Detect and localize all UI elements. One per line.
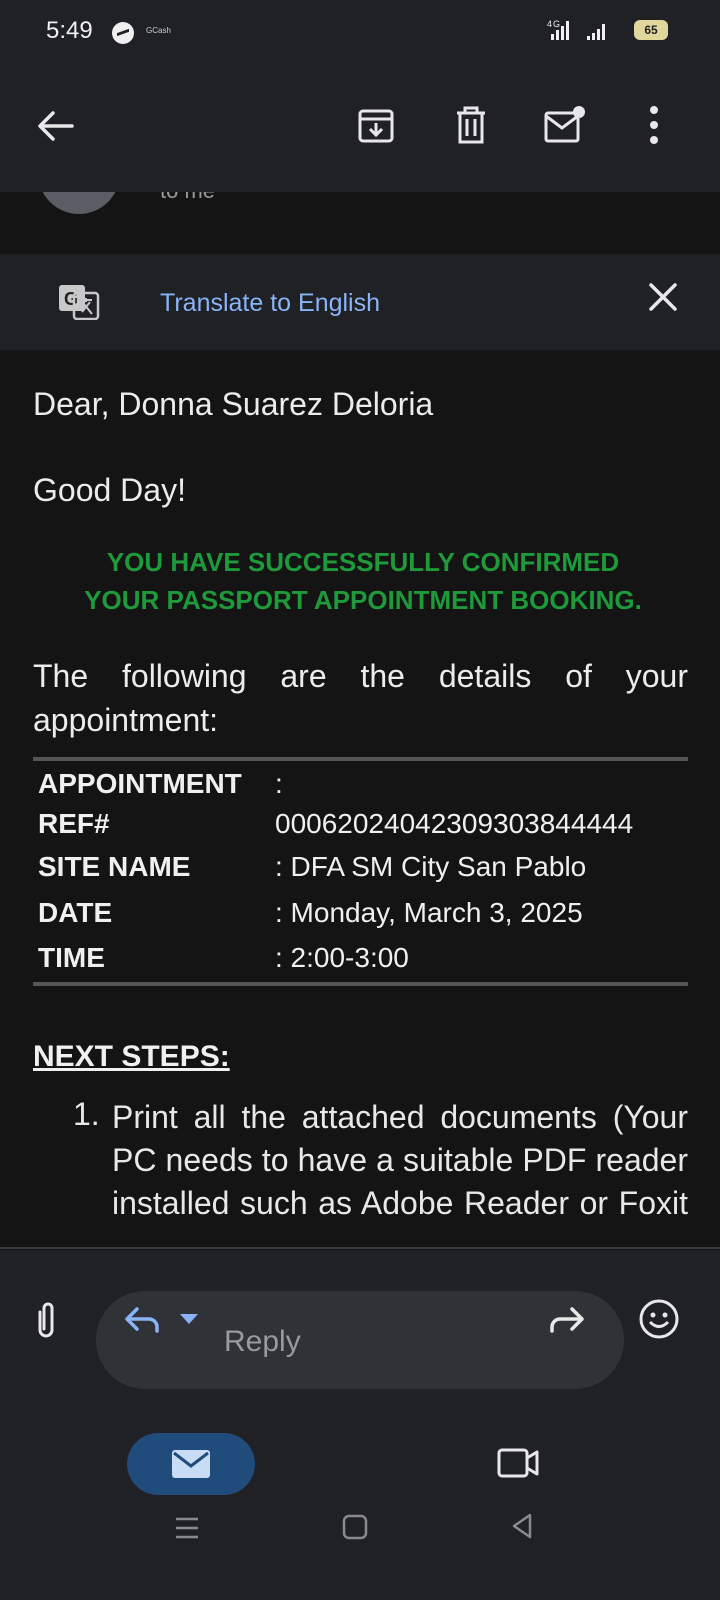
emoji-icon[interactable] <box>638 1298 680 1340</box>
archive-icon[interactable] <box>357 107 395 145</box>
status-time: 5:49 <box>46 17 93 44</box>
mail-icon <box>172 1450 210 1478</box>
mail-tab[interactable] <box>127 1433 255 1495</box>
confirmation-line-2: YOUR PASSPORT APPOINTMENT BOOKING. <box>84 585 642 615</box>
mark-unread-icon[interactable] <box>543 104 587 144</box>
meet-video-icon[interactable] <box>496 1447 540 1479</box>
ref-label: REF# <box>38 808 110 839</box>
details-bottom-divider <box>33 982 688 986</box>
translate-link[interactable]: Translate to English <box>160 289 380 318</box>
battery-icon: 65 <box>634 20 668 40</box>
appointment-colon: : <box>275 768 283 799</box>
close-icon[interactable] <box>648 282 678 312</box>
site-name-value: : DFA SM City San Pablo <box>275 851 587 882</box>
ref-value: 00062024042309303844444 <box>275 808 634 839</box>
reply-label[interactable]: Reply <box>224 1325 301 1359</box>
confirmation-line-1: YOU HAVE SUCCESSFULLY CONFIRMED <box>106 547 620 577</box>
bottom-navigation <box>0 1398 720 1600</box>
recipient-line[interactable]: to me <box>160 192 215 204</box>
step-number: 1. <box>73 1096 100 1132</box>
next-steps-heading: NEXT STEPS: <box>33 1040 230 1073</box>
gcash-notification-icon: GCash <box>146 26 171 35</box>
site-name-label: SITE NAME <box>38 851 191 882</box>
date-value: : Monday, March 3, 2025 <box>275 897 583 928</box>
recent-apps-icon[interactable] <box>172 1513 202 1543</box>
sender-header: to me <box>0 192 720 254</box>
reply-box[interactable] <box>96 1291 624 1389</box>
email-good-day: Good Day! <box>33 472 186 508</box>
time-label: TIME <box>38 942 105 973</box>
email-intro: The following are the details of your ap… <box>33 658 688 738</box>
details-top-divider <box>33 757 688 761</box>
time-value: : 2:00-3:00 <box>275 942 409 973</box>
home-icon[interactable] <box>341 1513 369 1541</box>
messenger-notification-icon <box>112 22 134 44</box>
network-type: 4G <box>547 19 561 29</box>
delete-icon[interactable] <box>453 105 489 145</box>
back-arrow-icon[interactable] <box>36 108 74 144</box>
more-vert-icon[interactable] <box>646 104 662 146</box>
date-label: DATE <box>38 897 113 928</box>
avatar[interactable] <box>38 192 120 214</box>
email-greeting: Dear, Donna Suarez Deloria <box>33 386 434 422</box>
forward-icon[interactable] <box>546 1305 586 1335</box>
translate-icon: G <box>59 285 100 320</box>
reply-divider <box>0 1247 720 1249</box>
attach-icon[interactable] <box>33 1300 59 1342</box>
step-text: Print all the attached documents (Your P… <box>112 1099 688 1221</box>
signal-icon: 4G <box>547 18 627 48</box>
reply-icon[interactable] <box>123 1303 163 1335</box>
chevron-down-icon[interactable] <box>178 1312 200 1326</box>
back-nav-icon[interactable] <box>508 1511 538 1541</box>
appointment-label: APPOINTMENT <box>38 768 242 799</box>
